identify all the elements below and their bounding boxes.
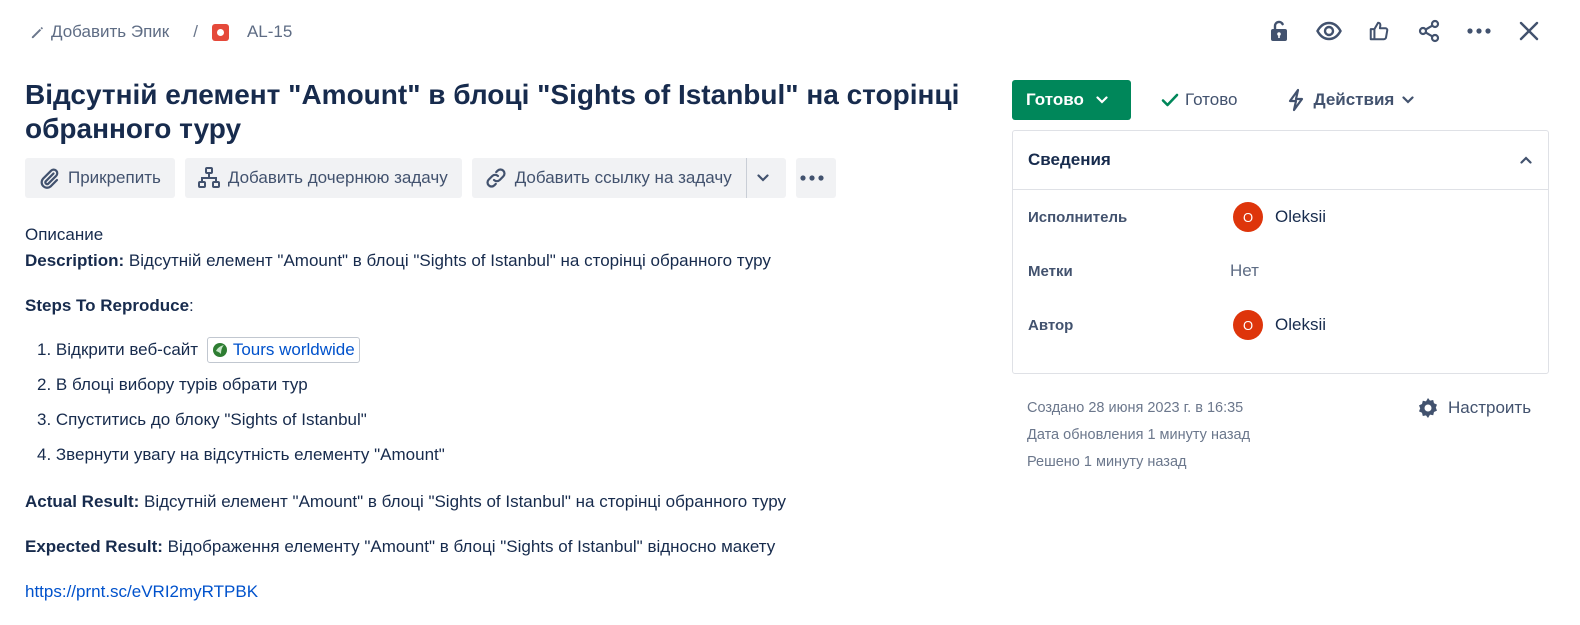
- breadcrumb-separator: /: [193, 22, 198, 41]
- issue-toolbar: Прикрепить Добавить дочернюю задачу Доба…: [25, 158, 846, 198]
- gear-icon: [1419, 398, 1437, 418]
- thumbs-up-icon[interactable]: [1362, 14, 1396, 48]
- issue-title[interactable]: Відсутній елемент "Amount" в блоці "Sigh…: [25, 78, 985, 146]
- toolbar-more-button[interactable]: [795, 158, 836, 198]
- step-number: 3.: [37, 410, 56, 429]
- details-heading: Сведения: [1028, 150, 1111, 169]
- actual-result-line: Actual Result: Відсутній елемент "Amount…: [25, 491, 985, 513]
- description-text: Відсутній елемент "Amount" в блоці "Sigh…: [124, 251, 771, 270]
- details-header[interactable]: Сведения: [1013, 131, 1548, 190]
- add-link-dropdown-button[interactable]: [745, 158, 786, 198]
- add-child-issue-label: Добавить дочернюю задачу: [227, 168, 448, 187]
- step-text: Відкрити веб-сайт: [55, 340, 199, 359]
- labels-field: Метки Нет: [1013, 244, 1548, 298]
- add-epic-link[interactable]: Добавить Эпик: [30, 22, 169, 42]
- details-panel: Сведения Исполнитель O Oleksii Метки Нет…: [1012, 130, 1549, 374]
- paperclip-icon: [40, 168, 59, 189]
- smart-link-label: Tours worldwide: [232, 339, 355, 359]
- step-number: 4.: [37, 445, 56, 464]
- smart-link-chip[interactable]: Tours worldwide: [206, 336, 360, 363]
- created-date: Создано 28 июня 2023 г. в 16:35: [1027, 400, 1244, 416]
- chevron-down-icon: [757, 174, 769, 182]
- add-issue-link-label: Добавить ссылку на задачу: [514, 168, 732, 187]
- breadcrumb: Добавить Эпик / AL-15: [30, 20, 292, 44]
- steps-heading-line: Steps To Reproduce:: [25, 295, 985, 317]
- reporter-name: Oleksii: [1275, 315, 1327, 334]
- step-text: В блоці вибору турів обрати тур: [55, 375, 308, 394]
- add-child-issue-button[interactable]: Добавить дочернюю задачу: [184, 158, 462, 198]
- actions-label: Действия: [1313, 90, 1395, 109]
- description-line: Description: Відсутній елемент "Amount" …: [25, 250, 985, 272]
- reporter-label: Автор: [1028, 316, 1074, 334]
- issue-key: AL-15: [246, 22, 293, 41]
- chevron-down-icon: [1096, 96, 1108, 104]
- resolved-date: Решено 1 минуту назад: [1027, 454, 1187, 470]
- resolution-tag: Готово: [1161, 90, 1238, 110]
- list-item: 2. В блоці вибору турів обрати тур: [25, 367, 985, 402]
- configure-label: Настроить: [1448, 398, 1532, 417]
- steps-list: 1. Відкрити веб-сайт Tours worldwide 2. …: [25, 332, 985, 472]
- close-icon[interactable]: [1512, 14, 1546, 48]
- list-item: 3. Спуститись до блоку "Sights of Istanb…: [25, 402, 985, 437]
- expected-result-label: Expected Result:: [25, 537, 163, 556]
- assignee-field: Исполнитель O Oleksii: [1013, 190, 1548, 244]
- add-issue-link-button[interactable]: Добавить ссылку на задачу: [471, 158, 746, 198]
- assignee-name: Oleksii: [1275, 207, 1327, 226]
- labels-value[interactable]: Нет: [1230, 261, 1259, 281]
- hierarchy-icon: [197, 167, 220, 188]
- description-section[interactable]: Описание Description: Відсутній елемент …: [25, 224, 985, 603]
- updated-date: Дата обновления 1 минуту назад: [1027, 427, 1251, 443]
- assignee-label: Исполнитель: [1028, 208, 1128, 226]
- add-epic-label: Добавить Эпик: [51, 22, 170, 41]
- check-icon: [1161, 93, 1179, 107]
- status-label: Готово: [1026, 90, 1084, 109]
- configure-button[interactable]: Настроить: [1416, 396, 1531, 420]
- screenshot-link[interactable]: https://prnt.sc/eVRI2myRTPBK: [25, 582, 258, 601]
- reporter-value[interactable]: O Oleksii: [1230, 310, 1326, 340]
- assignee-value[interactable]: O Oleksii: [1230, 202, 1326, 232]
- link-icon: [486, 168, 506, 188]
- lock-open-icon[interactable]: [1262, 14, 1296, 48]
- site-favicon-icon: [212, 342, 227, 357]
- expected-result-line: Expected Result: Відображення елементу "…: [25, 536, 985, 558]
- steps-label: Steps To Reproduce: [25, 296, 190, 315]
- chevron-down-icon: [1402, 96, 1414, 104]
- list-item: 4. Звернути увагу на відсутність елемент…: [25, 437, 985, 472]
- attach-label: Прикрепить: [68, 168, 161, 187]
- reporter-field: Автор O Oleksii: [1013, 298, 1548, 352]
- description-label: Description:: [25, 251, 125, 270]
- expected-result-text: Відображення елементу "Amount" в блоці "…: [162, 537, 776, 556]
- pencil-icon: [31, 26, 43, 38]
- attach-button[interactable]: Прикрепить: [25, 158, 175, 198]
- status-row: Готово Готово Действия: [1012, 80, 1414, 120]
- avatar: O: [1233, 202, 1263, 232]
- bug-icon: [211, 23, 229, 41]
- share-icon[interactable]: [1412, 14, 1446, 48]
- chevron-up-icon: [1520, 156, 1532, 164]
- step-text: Звернути увагу на відсутність елементу "…: [55, 445, 445, 464]
- eye-icon[interactable]: [1312, 14, 1346, 48]
- more-icon[interactable]: [1462, 14, 1496, 48]
- description-heading: Описание: [25, 225, 104, 244]
- step-number: 2.: [37, 375, 56, 394]
- step-text: Спуститись до блоку "Sights of Istanbul": [55, 410, 367, 429]
- more-icon: [800, 175, 824, 181]
- issue-dates: Создано 28 июня 2023 г. в 16:35 Дата обн…: [1027, 396, 1250, 477]
- resolution-label: Готово: [1185, 90, 1238, 109]
- labels-label: Метки: [1028, 262, 1073, 280]
- actions-dropdown[interactable]: Действия: [1286, 88, 1415, 112]
- add-link-group: Добавить ссылку на задачу: [471, 158, 786, 198]
- avatar: O: [1233, 310, 1263, 340]
- issue-key-link[interactable]: AL-15: [211, 22, 293, 42]
- issue-header-actions: [1246, 14, 1546, 48]
- actual-result-text: Відсутній елемент "Amount" в блоці "Sigh…: [139, 492, 787, 511]
- status-button[interactable]: Готово: [1012, 80, 1131, 120]
- step-number: 1.: [37, 340, 56, 359]
- actual-result-label: Actual Result:: [25, 492, 140, 511]
- steps-colon: :: [189, 296, 194, 315]
- lightning-icon: [1288, 88, 1303, 112]
- list-item: 1. Відкрити веб-сайт Tours worldwide: [25, 332, 985, 367]
